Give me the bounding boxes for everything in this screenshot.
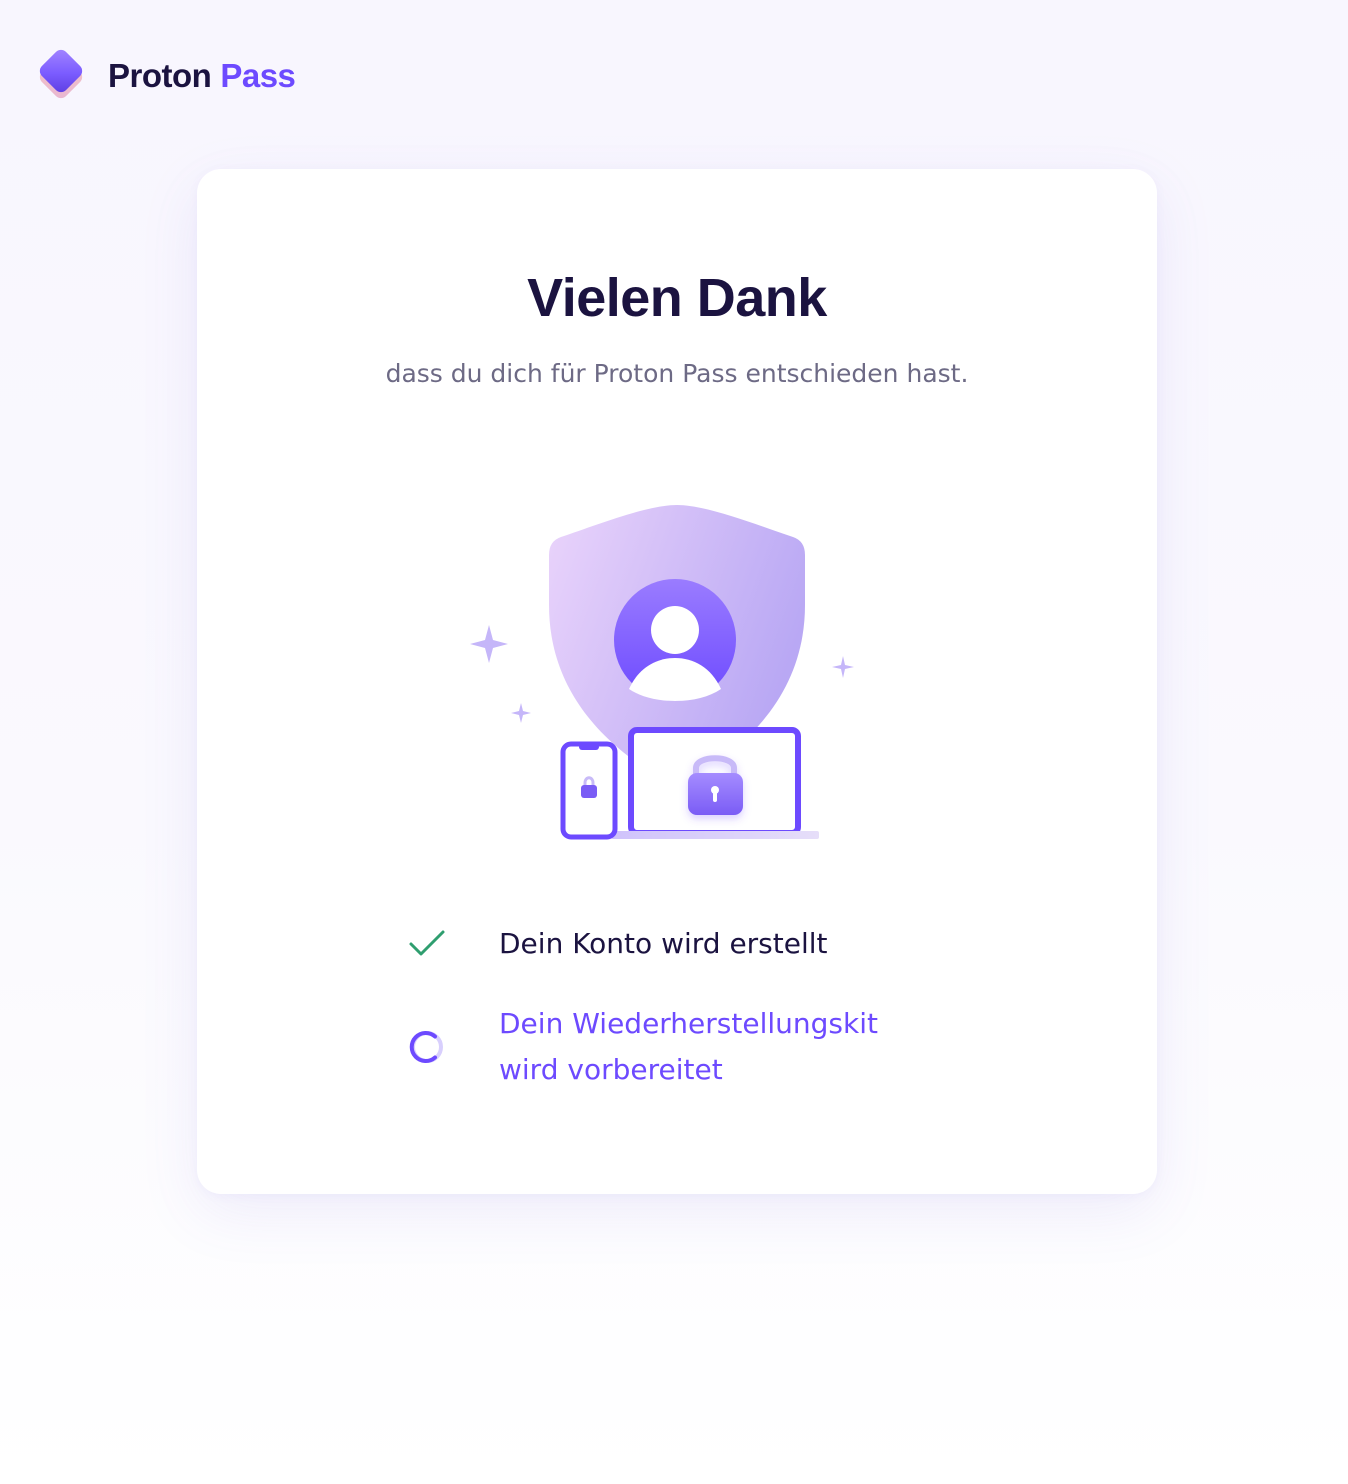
step-label-line-1: Dein Wiederherstellungskit bbox=[499, 1007, 878, 1040]
step-label: Dein Konto wird erstellt bbox=[499, 927, 828, 960]
signup-complete-card: Vielen Dank dass du dich für Proton Pass… bbox=[197, 169, 1157, 1194]
step-label: Dein Wiederherstellungskit wird vorberei… bbox=[499, 1001, 878, 1093]
proton-pass-logo-icon bbox=[39, 49, 83, 99]
step-account-created: Dein Konto wird erstellt bbox=[405, 921, 965, 967]
step-recovery-kit: Dein Wiederherstellungskit wird vorberei… bbox=[405, 1001, 965, 1093]
brand-name-pass: Pass bbox=[220, 56, 296, 94]
checkmark-icon bbox=[405, 922, 449, 966]
page-title: Vielen Dank bbox=[527, 268, 827, 328]
brand-name-proton: Proton bbox=[108, 56, 212, 94]
header: Proton Pass bbox=[32, 44, 296, 106]
phone-icon bbox=[560, 741, 618, 840]
step-label-line-2: wird vorbereitet bbox=[499, 1053, 723, 1086]
setup-progress-list: Dein Konto wird erstellt Dein Wiederhers… bbox=[405, 921, 965, 1093]
account-security-illustration bbox=[470, 505, 854, 840]
page-subtitle: dass du dich für Proton Pass entschieden… bbox=[385, 359, 969, 388]
proton-pass-logo[interactable]: Proton Pass bbox=[32, 44, 296, 106]
brand-wordmark: Proton Pass bbox=[108, 56, 296, 94]
user-icon bbox=[614, 579, 736, 701]
spinner-icon bbox=[405, 1025, 449, 1069]
